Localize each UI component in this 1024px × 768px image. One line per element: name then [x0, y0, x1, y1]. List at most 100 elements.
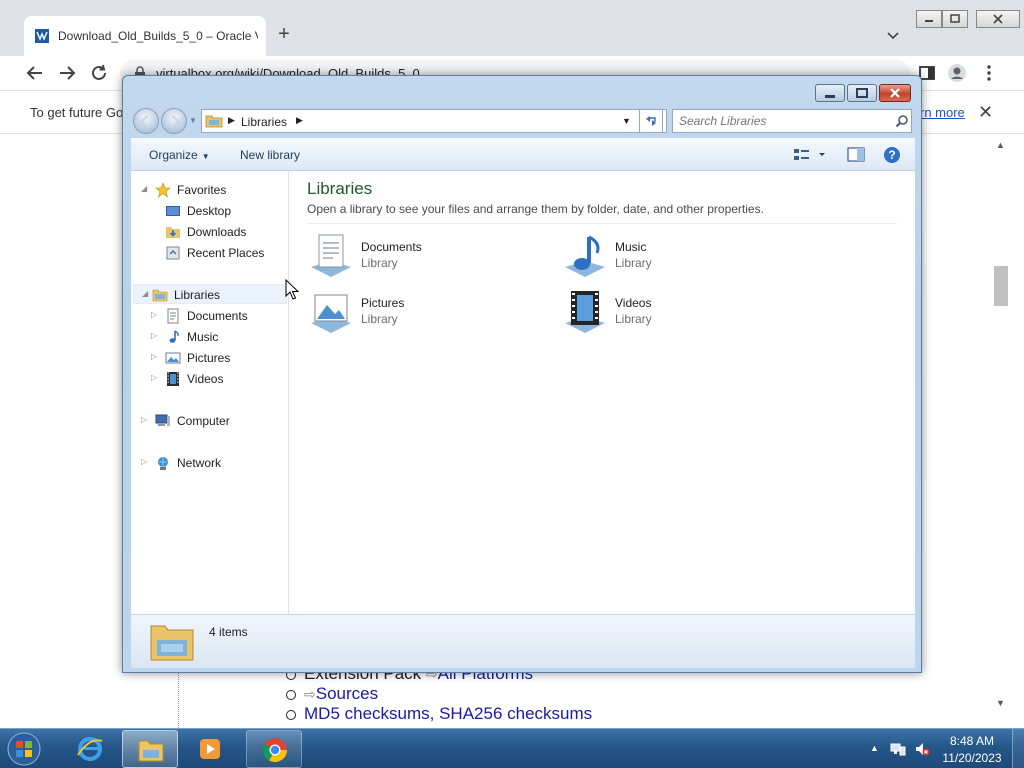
tree-item-pictures[interactable]: ▷ Pictures: [151, 348, 285, 368]
clock-time[interactable]: 8:48 AM: [932, 734, 1012, 748]
explorer-close-button[interactable]: [879, 84, 911, 102]
network-tray-icon[interactable]: [890, 741, 906, 757]
clock-date[interactable]: 11/20/2023: [932, 751, 1012, 765]
start-orb-icon[interactable]: [4, 730, 44, 768]
tree-item-network[interactable]: ▷ Network: [141, 453, 285, 473]
download-link[interactable]: Sources: [316, 684, 378, 703]
refresh-button[interactable]: [639, 109, 663, 133]
tree-item-label: Documents: [187, 309, 248, 323]
breadcrumb-separator-icon[interactable]: ▶: [296, 115, 303, 126]
details-pane: 4 items: [131, 614, 915, 668]
expand-arrow-icon[interactable]: ▷: [151, 352, 157, 361]
taskbar: ▲ 8:48 AM 11/20/2023: [0, 728, 1024, 768]
new-library-button[interactable]: New library: [240, 148, 300, 162]
expand-arrow-icon[interactable]: ▷: [151, 373, 157, 382]
browser-tab-title: Download_Old_Builds_5_0 – Oracle VM Virt…: [58, 29, 258, 43]
google-chrome-icon: [262, 738, 287, 763]
restore-icon: [950, 14, 960, 23]
search-box[interactable]: [672, 109, 912, 133]
scroll-up-icon[interactable]: ▲: [996, 140, 1005, 150]
explorer-window: ▼ ▶ Libraries ▶ ▼ Search Libraries Organ…: [122, 75, 922, 673]
tree-item-desktop[interactable]: Desktop: [165, 201, 285, 221]
explorer-maximize-button[interactable]: [847, 84, 877, 102]
libraries-large-icon: [150, 625, 194, 661]
library-tile-documents[interactable]: Documents Library: [307, 233, 527, 281]
change-view-icon[interactable]: [793, 146, 827, 164]
scrollbar-thumb[interactable]: [994, 266, 1008, 306]
library-kind: Library: [361, 256, 398, 270]
content-pane: Libraries Open a library to see your fil…: [289, 171, 915, 614]
collapse-arrow-icon[interactable]: ◢: [142, 289, 148, 298]
taskbar-windows-explorer[interactable]: [122, 730, 178, 768]
search-icon[interactable]: [895, 114, 909, 128]
libraries-folder-icon: [205, 115, 223, 128]
close-icon: [993, 14, 1003, 24]
chrome-tabstrip: Download_Old_Builds_5_0 – Oracle VM Virt…: [0, 0, 1024, 56]
library-tile-videos[interactable]: Videos Library: [561, 289, 781, 337]
show-desktop-button[interactable]: [1012, 729, 1024, 768]
maximize-icon: [856, 88, 868, 98]
expand-arrow-icon[interactable]: ▷: [141, 457, 147, 466]
browser-tab[interactable]: Download_Old_Builds_5_0 – Oracle VM Virt…: [24, 16, 266, 56]
library-kind: Library: [615, 256, 652, 270]
libraries-icon: [152, 289, 168, 302]
chrome-minimize-button[interactable]: [916, 10, 942, 28]
tree-item-music[interactable]: ▷ Music: [151, 327, 285, 347]
explorer-address-bar[interactable]: ▶ Libraries ▶ ▼: [201, 109, 667, 133]
recent-pages-dropdown-icon[interactable]: ▼: [189, 116, 197, 125]
page-scrollbar[interactable]: ▲ ▼: [992, 134, 1010, 728]
close-icon: [890, 88, 900, 98]
new-tab-button[interactable]: +: [274, 24, 294, 44]
address-history-dropdown-icon[interactable]: ▼: [622, 116, 631, 126]
search-input[interactable]: [679, 113, 879, 129]
documents-icon: [167, 308, 179, 324]
library-name: Pictures: [361, 296, 405, 310]
library-name: Videos: [615, 296, 652, 310]
explorer-command-bar: Organize ▼ New library ?: [131, 138, 915, 170]
explorer-minimize-button[interactable]: [815, 84, 845, 102]
chrome-restore-button[interactable]: [942, 10, 968, 28]
chrome-close-button[interactable]: [976, 10, 1020, 28]
collapse-arrow-icon[interactable]: ◢: [141, 184, 147, 193]
back-button[interactable]: [133, 108, 159, 134]
breadcrumb-separator-icon[interactable]: ▶: [228, 115, 235, 126]
videos-icon: [167, 372, 179, 386]
expand-arrow-icon[interactable]: ▷: [151, 331, 157, 340]
forward-arrow-icon[interactable]: [56, 62, 78, 84]
tree-item-favorites[interactable]: ◢ Favorites: [141, 180, 285, 200]
show-hidden-icons-icon[interactable]: ▲: [870, 743, 879, 753]
preview-pane-icon[interactable]: [847, 146, 865, 164]
tree-item-libraries[interactable]: ◢ Libraries: [133, 284, 287, 304]
library-tile-music[interactable]: Music Library: [561, 233, 781, 281]
tree-item-videos[interactable]: ▷ Videos: [151, 369, 285, 389]
expand-arrow-icon[interactable]: ▷: [151, 310, 157, 319]
tree-item-recent-places[interactable]: Recent Places: [165, 243, 285, 263]
taskbar-internet-explorer[interactable]: [62, 730, 118, 768]
reload-icon[interactable]: [88, 62, 110, 84]
organize-button[interactable]: Organize ▼: [149, 148, 210, 162]
pictures-library-icon: [311, 294, 351, 333]
infobar-learn-more-link[interactable]: rn more: [920, 105, 965, 120]
taskbar-google-chrome[interactable]: [246, 730, 302, 768]
tree-item-documents[interactable]: ▷ Documents: [151, 306, 285, 326]
scroll-down-icon[interactable]: ▼: [996, 698, 1005, 708]
infobar-message: To get future Go: [30, 105, 124, 120]
profile-avatar-icon[interactable]: [946, 62, 968, 84]
svg-text:?: ?: [888, 148, 895, 162]
library-tile-pictures[interactable]: Pictures Library: [307, 289, 527, 337]
list-item: MD5 checksums, SHA256 checksums: [286, 704, 592, 723]
kebab-menu-icon[interactable]: [978, 62, 1000, 84]
tab-search-icon[interactable]: [884, 26, 902, 44]
volume-muted-icon[interactable]: [914, 741, 930, 757]
library-kind: Library: [615, 312, 652, 326]
breadcrumb-libraries[interactable]: Libraries: [241, 115, 287, 129]
expand-arrow-icon[interactable]: ▷: [141, 415, 147, 424]
taskbar-media-player[interactable]: [182, 730, 238, 768]
back-arrow-icon[interactable]: [24, 62, 46, 84]
forward-button[interactable]: [161, 108, 187, 134]
download-link[interactable]: MD5 checksums, SHA256 checksums: [304, 704, 592, 723]
tree-item-downloads[interactable]: Downloads: [165, 222, 285, 242]
infobar-close-icon[interactable]: ✕: [978, 102, 993, 123]
tree-item-computer[interactable]: ▷ Computer: [141, 411, 285, 431]
help-icon[interactable]: ?: [883, 146, 901, 164]
